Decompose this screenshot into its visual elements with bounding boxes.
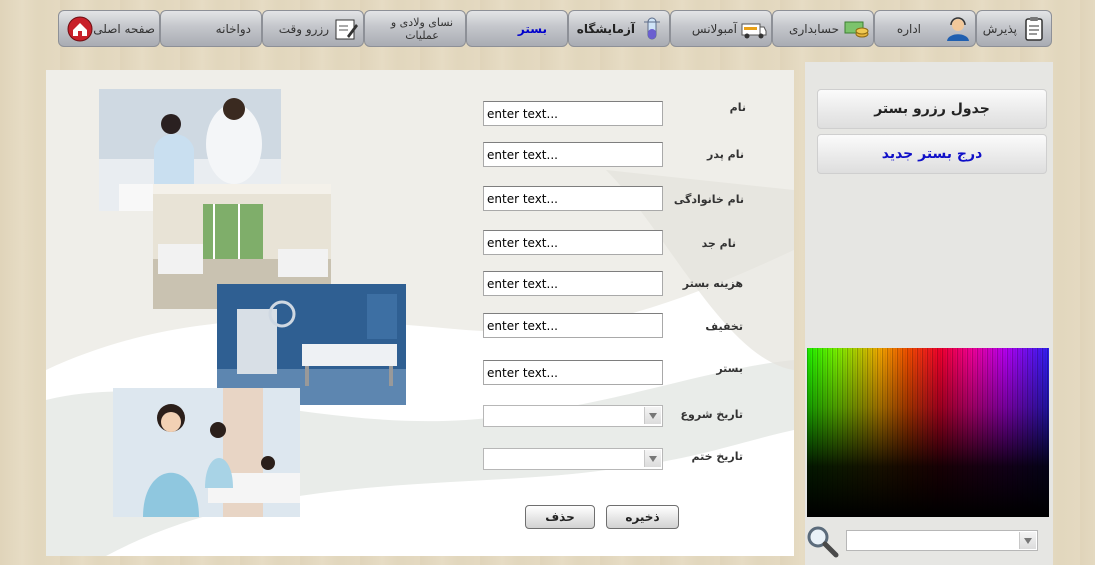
home-icon: [67, 16, 93, 41]
photo-hospital-bed: [217, 284, 406, 405]
bed-cost-input[interactable]: [483, 271, 663, 296]
nav-item-lab[interactable]: آزمایشگاه: [568, 10, 670, 47]
nav-item-obstetrics[interactable]: نسای ولادی و عملیات: [364, 10, 466, 47]
first-name-input[interactable]: [483, 101, 663, 126]
sidebar: جدول رزرو بستر درج بستر جدید: [805, 62, 1053, 565]
bed-input[interactable]: [483, 360, 663, 385]
nav-item-home[interactable]: صفحه اصلی: [58, 10, 160, 47]
chevron-down-icon[interactable]: [644, 407, 661, 424]
calendar-pen-icon: [335, 19, 358, 39]
nav-label-reception: پذیرش: [982, 21, 1017, 36]
nav-label-home: صفحه اصلی: [93, 21, 155, 36]
grandfather-name-input[interactable]: [483, 230, 663, 255]
nav-label-bed: بستر: [517, 21, 547, 36]
search-select[interactable]: [846, 530, 1038, 551]
money-stack-icon: [844, 21, 869, 37]
nav-label-pharmacy: دواخانه: [215, 21, 251, 36]
end-date-select[interactable]: [483, 448, 663, 470]
nav-label-appointment: رزرو وقت: [278, 21, 329, 36]
start-date-select[interactable]: [483, 405, 663, 427]
discount-input[interactable]: [483, 313, 663, 338]
nav-item-office[interactable]: اداره: [874, 10, 976, 47]
nav-item-appointment[interactable]: رزرو وقت: [262, 10, 364, 47]
insert-new-bed-button[interactable]: درج بستر جدید: [817, 134, 1047, 174]
nav-item-ambulance[interactable]: آمبولانس: [670, 10, 772, 47]
nav-item-reception[interactable]: پذیرش: [976, 10, 1052, 47]
last-name-input[interactable]: [483, 186, 663, 211]
nav-label-accounting: حسابداری: [789, 21, 839, 36]
test-tube-icon: [644, 17, 660, 39]
nav-label-obstetrics: نسای ولادی و عملیات: [390, 15, 454, 42]
main-nav: پذیرش اداره حسابداری آمبولانس آزمایشگاه …: [22, 10, 1052, 47]
form-panel: نام نام پدر نام خانوادگی نام جد هزینه بس…: [46, 70, 794, 556]
nav-label-lab: آزمایشگاه: [576, 21, 635, 36]
clipboard-icon: [1025, 16, 1043, 41]
photo-doctor-team: [113, 388, 300, 517]
reserve-table-button[interactable]: جدول رزرو بستر: [817, 89, 1047, 129]
chevron-down-icon[interactable]: [1019, 532, 1036, 549]
ambulance-icon: [741, 23, 767, 38]
nav-item-accounting[interactable]: حسابداری: [772, 10, 874, 47]
support-agent-icon: [947, 16, 969, 41]
nav-item-pharmacy[interactable]: دواخانه: [160, 10, 262, 47]
nav-item-bed[interactable]: بستر: [466, 10, 568, 47]
decorative-spectrum-image: [807, 348, 1049, 517]
nav-label-ambulance: آمبولانس: [691, 21, 737, 36]
nav-label-office: اداره: [896, 21, 921, 36]
father-name-input[interactable]: [483, 142, 663, 167]
save-button[interactable]: ذخیره: [606, 505, 679, 529]
delete-button[interactable]: حذف: [525, 505, 595, 529]
search-icon[interactable]: [805, 524, 839, 558]
chevron-down-icon[interactable]: [644, 450, 661, 467]
